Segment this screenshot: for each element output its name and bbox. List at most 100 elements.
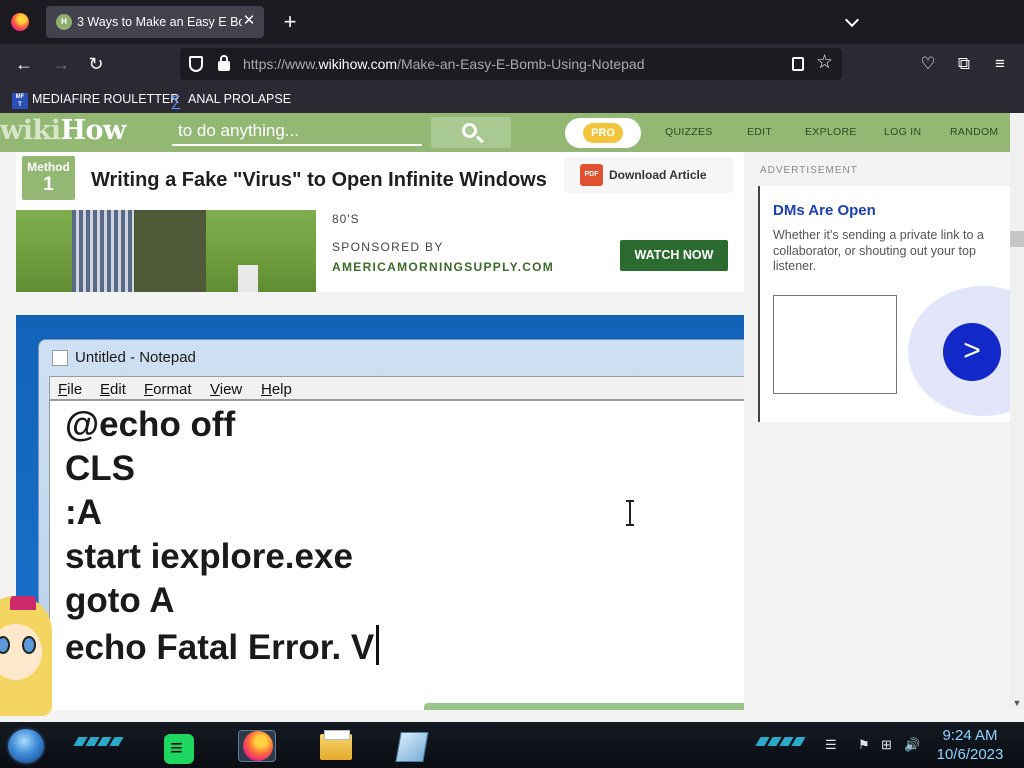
code-line: CLS [65, 449, 135, 488]
menu-format: Format [144, 381, 192, 398]
logo-how-text: How [60, 115, 126, 146]
menu-file-rest: ile [67, 381, 83, 398]
file-explorer-icon[interactable] [320, 730, 352, 760]
ad-person-plaid [72, 210, 136, 292]
sidebar-ad-body: Whether it's sending a private link to a… [773, 228, 984, 273]
notepad-window: Untitled - Notepad File Edit Format View… [38, 339, 744, 710]
back-arrow-icon[interactable]: ← [11, 52, 37, 76]
notepad-taskbar-icon[interactable] [395, 732, 429, 762]
navigation-toolbar: ← → ↻ https://www.wikihow.com/Make-an-Ea… [0, 44, 1024, 84]
menu-edit-rest: dit [110, 381, 126, 398]
ibeam-cursor-icon [626, 500, 634, 526]
download-article-label: Download Article [609, 168, 707, 182]
close-tab-icon[interactable]: ✕ [240, 11, 258, 31]
wikihow-logo[interactable]: wikiHow [0, 115, 126, 146]
forward-arrow-icon[interactable]: → [48, 52, 74, 76]
sidebar-ad-image[interactable] [773, 295, 897, 394]
page-scrollbar[interactable] [1010, 113, 1024, 710]
menu-view: View [210, 381, 242, 398]
list-all-tabs-icon[interactable] [843, 12, 863, 32]
ad-object [238, 265, 258, 292]
inline-ad-image[interactable] [16, 210, 316, 292]
logo-wiki-text: wiki [0, 115, 61, 146]
pro-badge: PRO [583, 123, 623, 143]
system-clock[interactable]: 9:24 AM 10/6/2023 [930, 726, 1010, 764]
menu-format-rest: ormat [153, 381, 192, 398]
watch-now-button[interactable]: WATCH NOW [620, 240, 728, 271]
new-tab-icon[interactable]: + [279, 10, 301, 34]
mediafire-icon: MF T [12, 93, 28, 109]
ad-person-jacket [134, 210, 206, 292]
scrollbar-thumb[interactable] [1010, 231, 1024, 247]
hamburger-menu-icon[interactable]: ≡ [990, 54, 1010, 74]
page-viewport: wikiHow to do anything... PRO QUIZZES ED… [0, 113, 1024, 710]
download-article-button[interactable]: PDF Download Article [564, 157, 734, 193]
network-icon[interactable]: ⊞ [881, 738, 892, 752]
notepad-icon [52, 350, 68, 366]
pro-toggle[interactable]: PRO [565, 118, 641, 148]
reload-icon[interactable]: ↻ [83, 52, 109, 76]
step-image-notepad[interactable]: Untitled - Notepad File Edit Format View… [16, 315, 744, 710]
notepad-menubar: File Edit Format View Help [49, 376, 744, 400]
desktop-character-sticker [0, 596, 54, 722]
scroll-down-arrow-icon[interactable]: ▼ [1010, 697, 1024, 710]
code-line: :A [65, 493, 102, 532]
clock-date: 10/6/2023 [936, 746, 1004, 763]
browser-tab-bar: H 3 Ways to Make an Easy E Bomb ✕ + [0, 0, 1024, 44]
volume-icon[interactable]: 🔊 [904, 738, 920, 752]
method-title: Writing a Fake "Virus" to Open Infinite … [91, 169, 547, 191]
site-search-button[interactable] [431, 117, 511, 148]
wikihow-favicon-icon: H [56, 14, 72, 30]
browser-tab[interactable]: H 3 Ways to Make an Easy E Bomb ✕ [46, 6, 264, 38]
text-caret [376, 625, 380, 665]
spotify-icon[interactable] [164, 734, 194, 764]
menu-help-rest: elp [271, 381, 292, 398]
menu-edit-mnemonic: E [100, 381, 111, 398]
nav-random[interactable]: RANDOM [950, 126, 998, 138]
bookmark-mediafire-rouletter[interactable]: MF T MEDIAFIRE ROULETTER [12, 90, 180, 109]
code-line: goto A [65, 581, 175, 620]
url-prefix: https://www. [243, 56, 319, 72]
notepad-title: Untitled - Notepad [75, 349, 196, 366]
method-badge: Method 1 [22, 156, 75, 200]
nav-explore[interactable]: EXPLORE [805, 126, 857, 138]
start-button[interactable] [6, 727, 46, 765]
action-center-flag-icon[interactable]: ⚑ [858, 738, 870, 752]
url-text[interactable]: https://www.wikihow.com/Make-an-Easy-E-B… [243, 56, 645, 72]
site-search-input[interactable]: to do anything... [172, 119, 422, 146]
firefox-icon[interactable] [11, 13, 29, 31]
nav-log-in[interactable]: LOG IN [884, 126, 921, 138]
url-bar[interactable]: https://www.wikihow.com/Make-an-Easy-E-B… [180, 48, 842, 80]
sigma-icon: ∑ [170, 93, 182, 110]
method-number: 1 [43, 174, 54, 195]
menu-file: File [58, 381, 82, 398]
bookmark-star-icon[interactable]: ☆ [816, 52, 833, 74]
padlock-icon[interactable] [218, 55, 230, 71]
url-path: /Make-an-Easy-E-Bomb-Using-Notepad [397, 56, 645, 72]
bookmark-label: MEDIAFIRE ROULETTER [32, 92, 180, 106]
taskbar-decoration [73, 737, 124, 747]
chevron-right-icon[interactable]: > [943, 323, 1001, 381]
extensions-puzzle-icon[interactable]: ⧉ [954, 54, 974, 74]
show-hidden-icons-icon[interactable]: ☰ [825, 738, 837, 752]
firefox-taskbar-icon[interactable] [243, 731, 273, 761]
inline-ad-domain[interactable]: AMERICAMORNINGSUPPLY.COM [332, 260, 554, 274]
sidebar-ad-headline[interactable]: DMs Are Open [773, 202, 876, 219]
sticker-eye [22, 636, 36, 654]
sidebar-ad[interactable]: DMs Are Open Whether it's sending a priv… [758, 186, 1024, 422]
menu-help: Help [261, 381, 292, 398]
reader-view-icon[interactable] [792, 57, 804, 71]
menu-view-rest: iew [219, 381, 243, 398]
menu-help-mnemonic: H [261, 381, 272, 398]
taskbar: ☰ ⚑ ⊞ 🔊 9:24 AM 10/6/2023 [0, 722, 1024, 768]
search-icon [462, 123, 477, 138]
pocket-icon[interactable]: ♡ [918, 54, 938, 74]
inline-ad-decade: 80'S [332, 212, 360, 226]
method-label: Method [27, 160, 70, 174]
menu-format-mnemonic: F [144, 381, 154, 398]
tracking-protection-shield-icon[interactable] [189, 56, 203, 72]
taskbar-decoration-right [755, 737, 806, 747]
bookmark-anal-prolapse[interactable]: ∑ ANAL PROLAPSE [168, 90, 291, 110]
nav-edit[interactable]: EDIT [747, 126, 772, 138]
nav-quizzes[interactable]: QUIZZES [665, 126, 713, 138]
